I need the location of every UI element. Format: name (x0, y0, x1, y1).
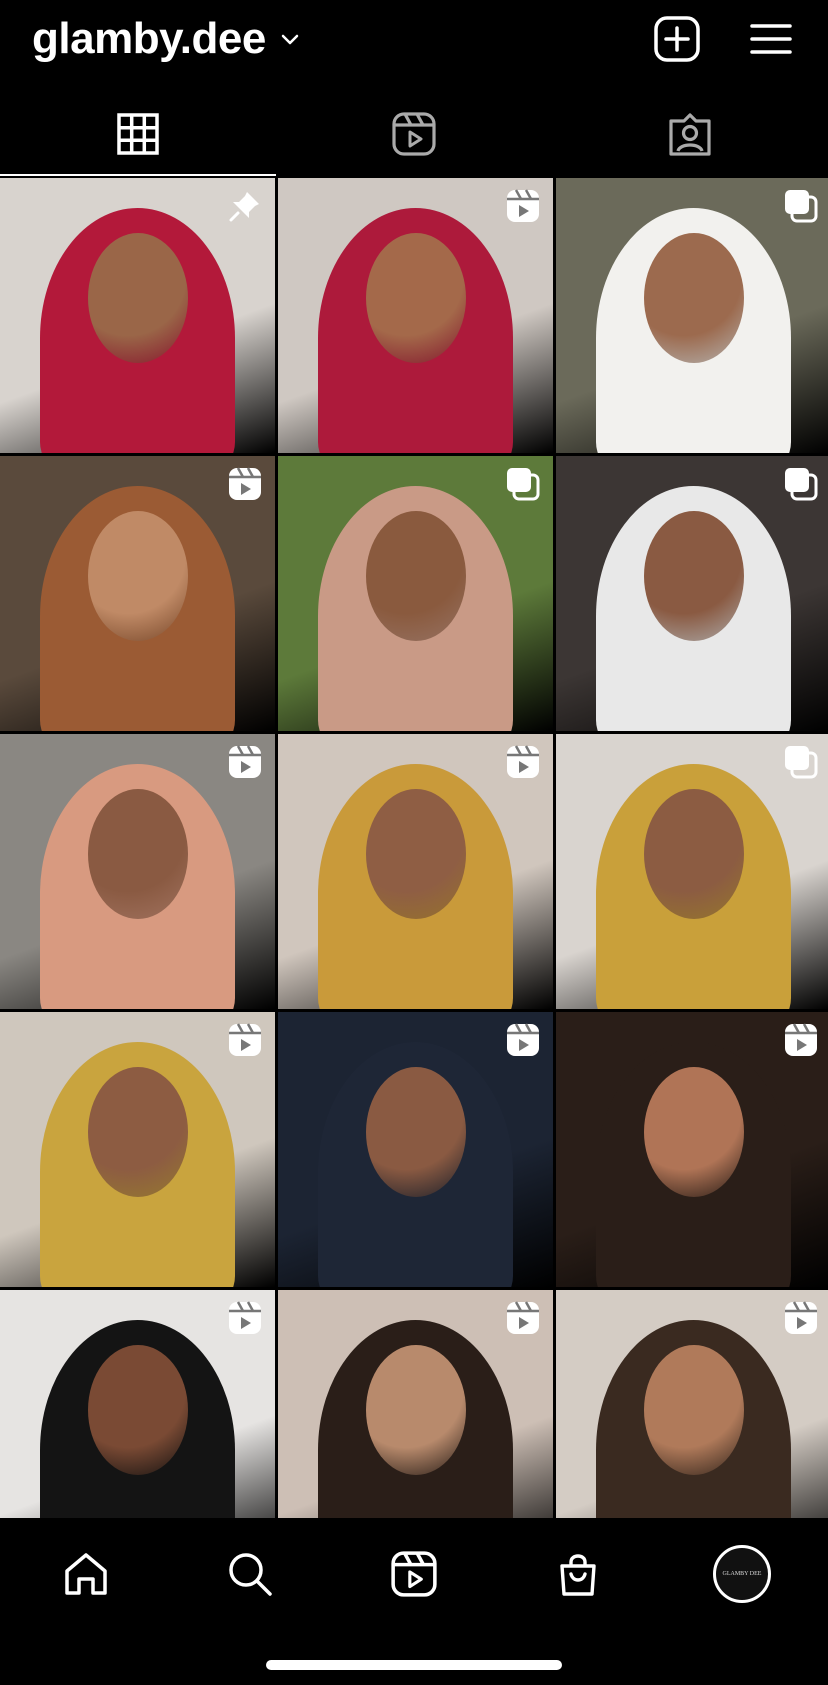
nav-profile[interactable]: GLAMBY DEE (712, 1544, 772, 1604)
post-photo-face (644, 233, 744, 363)
home-icon (65, 1553, 107, 1595)
home-indicator (266, 1660, 562, 1670)
post-photo-face (366, 1067, 466, 1197)
post-photo-face (88, 233, 188, 363)
search-icon (229, 1553, 272, 1596)
reels-icon (392, 112, 436, 156)
reels-icon (227, 744, 263, 780)
post-photo-face (366, 233, 466, 363)
grid-post[interactable] (0, 1012, 275, 1287)
grid-post[interactable] (556, 178, 828, 453)
post-photo-face (88, 1345, 188, 1475)
nav-shop[interactable] (548, 1544, 608, 1604)
nav-reels[interactable] (384, 1544, 444, 1604)
carousel-icon (505, 466, 541, 502)
post-photo-face (644, 789, 744, 919)
shopping-bag-icon (560, 1554, 596, 1596)
reels-icon (391, 1551, 437, 1597)
reels-icon (783, 1022, 819, 1058)
grid-icon (117, 113, 159, 155)
post-photo-face (88, 1067, 188, 1197)
tab-tagged[interactable] (552, 92, 828, 176)
post-photo-face (644, 1345, 744, 1475)
grid-post[interactable] (278, 178, 553, 453)
grid-post[interactable] (278, 456, 553, 731)
account-switcher[interactable]: glamby.dee (32, 14, 302, 64)
grid-post[interactable] (556, 456, 828, 731)
reels-icon (505, 1300, 541, 1336)
post-photo-face (644, 511, 744, 641)
tagged-person-icon (669, 113, 711, 156)
profile-avatar: GLAMBY DEE (713, 1545, 771, 1603)
post-photo-face (88, 511, 188, 641)
grid-post[interactable] (0, 178, 275, 453)
active-tab-indicator (0, 174, 276, 176)
carousel-icon (783, 466, 819, 502)
post-photo-face (366, 789, 466, 919)
grid-post[interactable] (0, 1290, 275, 1518)
hamburger-menu-icon (750, 24, 792, 54)
reels-icon (505, 1022, 541, 1058)
tab-reels[interactable] (276, 92, 552, 176)
reels-icon (505, 188, 541, 224)
grid-post[interactable] (556, 1012, 828, 1287)
post-photo-face (88, 789, 188, 919)
grid-post[interactable] (556, 1290, 828, 1518)
nav-home[interactable] (56, 1544, 116, 1604)
create-button[interactable] (652, 14, 702, 64)
avatar-logo-text: GLAMBY DEE (722, 1570, 762, 1577)
post-photo-face (366, 1345, 466, 1475)
profile-header: glamby.dee (0, 0, 828, 82)
username[interactable]: glamby.dee (32, 14, 266, 64)
reels-icon (227, 1300, 263, 1336)
chevron-down-icon[interactable] (278, 27, 302, 51)
reels-icon (227, 1022, 263, 1058)
profile-tabs (0, 92, 828, 176)
grid-post[interactable] (278, 1012, 553, 1287)
grid-post[interactable] (278, 734, 553, 1009)
post-photo-face (366, 511, 466, 641)
grid-post[interactable] (0, 734, 275, 1009)
menu-button[interactable] (746, 14, 796, 64)
reels-icon (783, 1300, 819, 1336)
nav-search[interactable] (220, 1544, 280, 1604)
posts-grid (0, 178, 828, 1518)
post-photo-face (644, 1067, 744, 1197)
carousel-icon (783, 188, 819, 224)
grid-post[interactable] (556, 734, 828, 1009)
grid-post[interactable] (278, 1290, 553, 1518)
tab-posts-grid[interactable] (0, 92, 276, 176)
plus-square-icon (654, 16, 700, 62)
reels-icon (227, 466, 263, 502)
carousel-icon (783, 744, 819, 780)
pin-icon (227, 188, 263, 224)
reels-icon (505, 744, 541, 780)
grid-post[interactable] (0, 456, 275, 731)
